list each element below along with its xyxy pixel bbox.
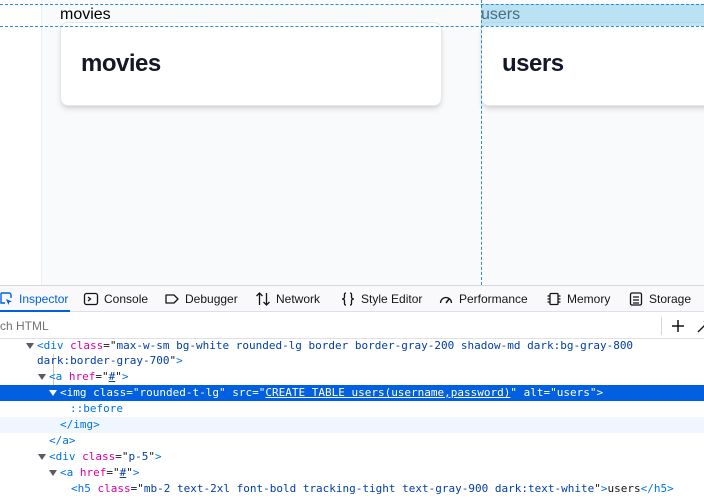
tab-inspector-label: Inspector bbox=[19, 292, 69, 306]
eyedropper-icon[interactable] bbox=[694, 316, 704, 336]
highlight-guide-bottom bbox=[0, 26, 704, 27]
network-icon bbox=[256, 292, 270, 306]
performance-icon bbox=[439, 296, 453, 304]
console-icon bbox=[83, 292, 99, 306]
expand-toggle-icon[interactable] bbox=[38, 373, 46, 381]
tab-debugger[interactable]: Debugger bbox=[164, 286, 238, 312]
markup-node-img-close[interactable]: </img> bbox=[0, 417, 704, 433]
tab-storage[interactable]: Storage bbox=[628, 286, 691, 312]
tab-memory[interactable]: Memory bbox=[546, 286, 610, 312]
markup-node-h5[interactable]: <h5 class="mb-2 text-2xl font-bold track… bbox=[0, 481, 704, 497]
tab-style-editor[interactable]: Style Editor bbox=[340, 286, 422, 312]
expand-toggle-icon[interactable] bbox=[26, 342, 34, 350]
highlight-guide-top bbox=[0, 4, 704, 5]
users-card[interactable]: users bbox=[481, 22, 704, 106]
markup-node-img-selected[interactable]: <img class="rounded-t-lg" src="CREATE TA… bbox=[0, 385, 704, 401]
movies-card[interactable]: movies bbox=[60, 22, 442, 106]
markup-node-a-close[interactable]: </a> bbox=[0, 433, 704, 449]
tab-storage-label: Storage bbox=[649, 292, 692, 306]
search-html-input[interactable] bbox=[0, 316, 620, 336]
add-node-icon[interactable] bbox=[668, 316, 688, 336]
markup-node-a-outer[interactable]: <a href="#"> bbox=[0, 369, 704, 385]
tab-network[interactable]: Network bbox=[255, 286, 320, 312]
toolbar-separator bbox=[661, 317, 662, 335]
highlight-guide-left bbox=[481, 0, 482, 285]
markup-node-div-p5[interactable]: <div class="p-5"> bbox=[0, 449, 704, 465]
devtools-toolbar: Inspector Console Debugger Network Style… bbox=[0, 286, 704, 312]
expand-toggle-icon[interactable] bbox=[49, 389, 57, 397]
users-image-alt-text: users bbox=[481, 6, 521, 23]
users-card-title[interactable]: users bbox=[502, 50, 564, 78]
tab-inspector[interactable]: Inspector bbox=[0, 286, 71, 312]
tab-style-editor-label: Style Editor bbox=[361, 292, 423, 306]
tab-memory-label: Memory bbox=[567, 292, 611, 306]
storage-icon bbox=[629, 292, 643, 306]
tab-performance-label: Performance bbox=[459, 292, 528, 306]
style-editor-icon bbox=[341, 292, 355, 306]
markup-node-a-inner[interactable]: <a href="#"> bbox=[0, 465, 704, 481]
movies-card-title[interactable]: movies bbox=[81, 50, 161, 78]
tab-console-label: Console bbox=[104, 292, 149, 306]
tab-debugger-label: Debugger bbox=[185, 292, 238, 306]
tab-network-label: Network bbox=[276, 292, 321, 306]
markup-node-before-pseudo[interactable]: ::before bbox=[0, 401, 704, 417]
markup-node-div-card[interactable]: <div class="max-w-sm bg-white rounded-lg… bbox=[0, 338, 704, 354]
inspector-icon bbox=[0, 292, 12, 305]
memory-icon bbox=[547, 292, 561, 306]
debugger-icon bbox=[165, 294, 179, 304]
expand-toggle-icon[interactable] bbox=[38, 453, 46, 461]
tab-console[interactable]: Console bbox=[83, 286, 148, 312]
page-viewport: movies users movies users bbox=[0, 0, 704, 285]
movies-image-alt-text: movies bbox=[60, 6, 111, 23]
markup-search-bar bbox=[0, 313, 704, 339]
page-left-gutter bbox=[0, 0, 42, 285]
expand-toggle-icon[interactable] bbox=[49, 469, 57, 477]
markup-tree: <div class="max-w-sm bg-white rounded-lg… bbox=[0, 338, 704, 499]
devtools-panel: Inspector Console Debugger Network Style… bbox=[0, 285, 704, 499]
markup-node-div-card-cont[interactable]: dark:border-gray-700"> bbox=[0, 353, 704, 369]
tab-performance[interactable]: Performance bbox=[438, 286, 528, 312]
